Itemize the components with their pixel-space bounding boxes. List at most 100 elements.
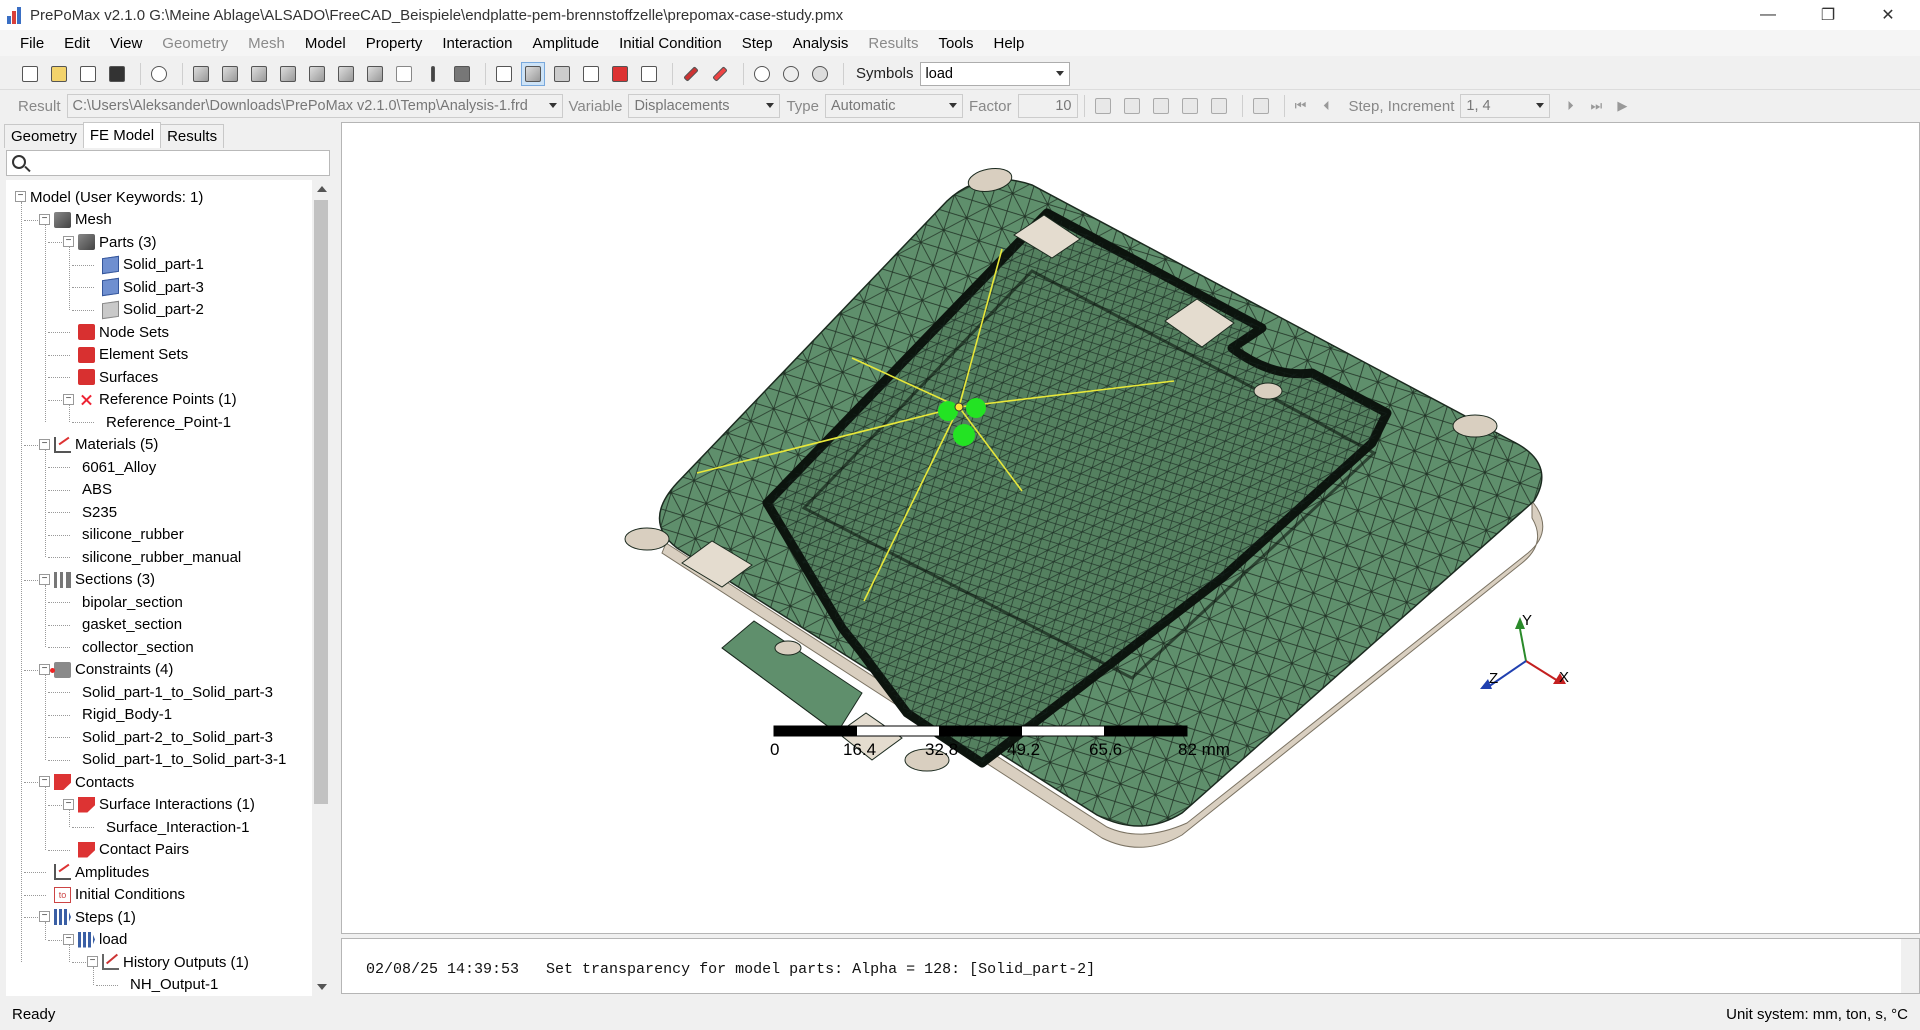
output-console[interactable]: 02/08/25 14:39:53 Set transparency for m… — [341, 938, 1920, 994]
tree-expander[interactable]: − — [39, 911, 50, 922]
tree-node[interactable]: Model (User Keywords: 1) — [30, 186, 203, 208]
restore-button[interactable]: ❐ — [1800, 0, 1856, 30]
tree-node[interactable]: to Initial Conditions — [54, 884, 185, 906]
tree-node[interactable]: Materials (5) — [54, 434, 158, 456]
tab-fe-model[interactable]: FE Model — [82, 122, 162, 148]
view-back-icon[interactable] — [218, 62, 242, 86]
remove-annotations-icon[interactable] — [708, 62, 732, 86]
next-step-icon[interactable]: ⏵ — [1560, 96, 1580, 116]
vertical-view-icon[interactable] — [421, 62, 445, 86]
factor-input[interactable]: 10 — [1017, 94, 1078, 118]
tree-node[interactable]: Surfaces — [78, 366, 158, 388]
tree-node[interactable]: gasket_section — [82, 614, 182, 636]
tree-node[interactable]: Solid_part-1 — [102, 254, 204, 276]
play-icon[interactable]: ▶ — [1612, 96, 1632, 116]
menu-interaction[interactable]: Interaction — [432, 35, 522, 52]
tree-expander[interactable]: − — [63, 393, 74, 405]
results-table-icon[interactable] — [1091, 94, 1115, 118]
view-iso-icon[interactable] — [363, 62, 387, 86]
minimize-button[interactable]: — — [1740, 0, 1796, 30]
deformed-icon[interactable] — [1149, 94, 1173, 118]
view-right-icon[interactable] — [334, 62, 358, 86]
tree-node[interactable]: 6061_Alloy — [82, 456, 156, 478]
tree-node[interactable]: Steps (1) — [54, 906, 136, 928]
view-top-icon[interactable] — [247, 62, 271, 86]
tree-expander[interactable]: − — [87, 956, 98, 967]
menu-amplitude[interactable]: Amplitude — [522, 35, 609, 52]
menu-step[interactable]: Step — [732, 35, 783, 52]
tree-scrollbar[interactable] — [312, 180, 330, 996]
close-button[interactable]: ✕ — [1860, 0, 1916, 30]
tree-node[interactable]: History Outputs (1) — [102, 951, 249, 973]
view-left-icon[interactable] — [305, 62, 329, 86]
tree-node[interactable]: Rigid_Body-1 — [82, 704, 172, 726]
menu-edit[interactable]: Edit — [54, 35, 100, 52]
last-step-icon[interactable]: ⏭ — [1586, 96, 1606, 116]
first-step-icon[interactable]: ⏮ — [1291, 96, 1311, 116]
tree-node[interactable]: load — [78, 929, 127, 951]
save-icon[interactable] — [105, 62, 129, 86]
query-icon[interactable] — [679, 62, 703, 86]
tab-geometry[interactable]: Geometry — [4, 124, 84, 148]
tree-node[interactable]: Contact Pairs — [78, 839, 189, 861]
tree-search-input[interactable] — [6, 150, 330, 176]
symbols-dropdown[interactable]: load — [919, 61, 1070, 86]
tree-node[interactable]: Solid_part-3 — [102, 276, 204, 298]
menu-results[interactable]: Results — [858, 35, 928, 52]
tree-node[interactable]: bipolar_section — [82, 591, 183, 613]
tree-expander[interactable]: − — [63, 798, 74, 810]
shaded-icon[interactable] — [550, 62, 574, 86]
wireframe-results-icon[interactable] — [1207, 94, 1231, 118]
tree-node[interactable]: Solid_part-2_to_Solid_part-3 — [82, 726, 273, 748]
tree-node[interactable]: NH_Output-1 — [130, 974, 218, 996]
normal-view-icon[interactable] — [392, 62, 416, 86]
show-all-icon[interactable] — [750, 62, 774, 86]
tree-node[interactable]: Solid_part-2 — [102, 299, 204, 321]
open-file-icon[interactable] — [47, 62, 71, 86]
tree-node[interactable]: Mesh — [54, 209, 112, 231]
menu-view[interactable]: View — [100, 35, 152, 52]
tree-node[interactable]: Element Sets — [78, 344, 188, 366]
wireframe-icon[interactable] — [492, 62, 516, 86]
compare-icon[interactable] — [1249, 94, 1273, 118]
menu-property[interactable]: Property — [356, 35, 433, 52]
graphics-viewport[interactable]: 0 16.4 32.8 49.2 65.6 82 mm Y X Z — [341, 122, 1920, 934]
menu-analysis[interactable]: Analysis — [783, 35, 859, 52]
tree-node[interactable]: Contacts — [54, 771, 134, 793]
tree-node[interactable]: Sections (3) — [54, 569, 155, 591]
step-increment-dropdown[interactable]: 1, 4 — [1460, 94, 1551, 118]
menu-model[interactable]: Model — [295, 35, 356, 52]
tree-expander[interactable]: − — [15, 191, 26, 202]
tree-expander[interactable]: − — [39, 573, 50, 585]
transform-icon[interactable] — [637, 62, 661, 86]
tree-node[interactable]: silicone_rubber — [82, 524, 184, 546]
new-file-icon[interactable] — [18, 62, 42, 86]
import-icon[interactable] — [76, 62, 100, 86]
invert-visibility-icon[interactable] — [808, 62, 832, 86]
result-file-dropdown[interactable]: C:\Users\Aleksander\Downloads\PrePoMax v… — [66, 94, 563, 118]
tree-expander[interactable]: − — [39, 663, 50, 675]
tree-expander[interactable]: − — [39, 438, 50, 450]
view-bottom-icon[interactable] — [276, 62, 300, 86]
hide-icon[interactable] — [779, 62, 803, 86]
menu-geometry[interactable]: Geometry — [152, 35, 238, 52]
previous-step-icon[interactable]: ⏴ — [1317, 96, 1337, 116]
console-scrollbar[interactable] — [1901, 939, 1919, 993]
menu-tools[interactable]: Tools — [928, 35, 983, 52]
section-view-icon[interactable] — [579, 62, 603, 86]
solid-cube-icon[interactable] — [450, 62, 474, 86]
color-contours-icon[interactable] — [1178, 94, 1202, 118]
type-dropdown[interactable]: Automatic — [824, 94, 963, 118]
undeformed-icon[interactable] — [1120, 94, 1144, 118]
shaded-edges-icon[interactable] — [521, 61, 545, 86]
variable-dropdown[interactable]: Displacements — [628, 94, 781, 118]
tree-node[interactable]: Solid_part-1_to_Solid_part-3-1 — [82, 749, 286, 771]
tree-node[interactable]: collector_section — [82, 636, 194, 658]
tab-results[interactable]: Results — [160, 124, 225, 148]
menu-mesh[interactable]: Mesh — [238, 35, 295, 52]
model-view[interactable]: 0 16.4 32.8 49.2 65.6 82 mm Y X Z — [342, 123, 1920, 934]
tree-expander[interactable]: − — [63, 933, 74, 945]
tree-node[interactable]: ABS — [82, 479, 112, 501]
tree-node[interactable]: silicone_rubber_manual — [82, 546, 241, 568]
tree-expander[interactable]: − — [63, 236, 74, 247]
